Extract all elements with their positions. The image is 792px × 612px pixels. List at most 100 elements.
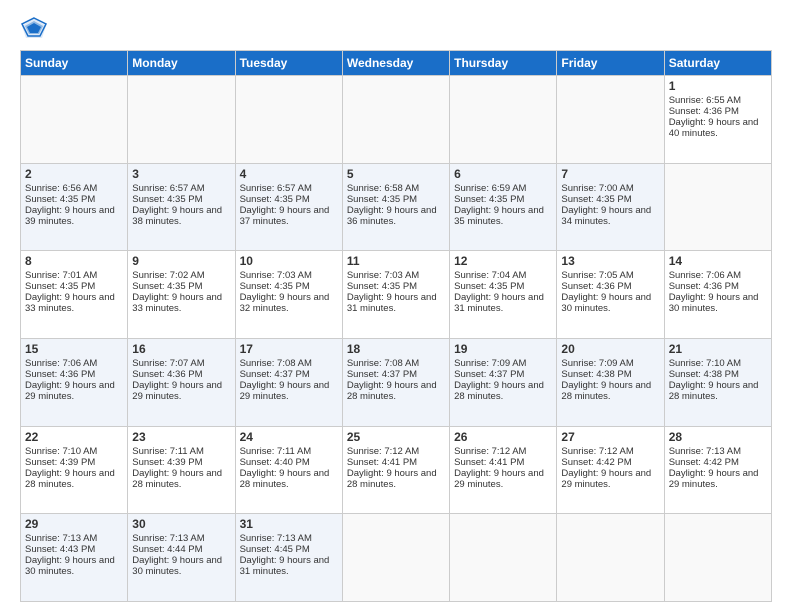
sunrise-text: Sunrise: 7:06 AM [25, 358, 97, 369]
day-number: 10 [240, 254, 338, 268]
calendar-cell [664, 163, 771, 251]
calendar-cell: 31Sunrise: 7:13 AMSunset: 4:45 PMDayligh… [235, 514, 342, 602]
day-header-thursday: Thursday [450, 51, 557, 76]
sunrise-text: Sunrise: 6:57 AM [132, 183, 204, 194]
day-number: 13 [561, 254, 659, 268]
day-number: 30 [132, 517, 230, 531]
sunset-text: Sunset: 4:37 PM [454, 369, 524, 380]
day-number: 21 [669, 342, 767, 356]
sunrise-text: Sunrise: 7:09 AM [454, 358, 526, 369]
daylight-text: Daylight: 9 hours and 29 minutes. [561, 468, 651, 490]
daylight-text: Daylight: 9 hours and 30 minutes. [25, 555, 115, 577]
sunrise-text: Sunrise: 7:01 AM [25, 270, 97, 281]
daylight-text: Daylight: 9 hours and 37 minutes. [240, 205, 330, 227]
day-number: 11 [347, 254, 445, 268]
daylight-text: Daylight: 9 hours and 28 minutes. [132, 468, 222, 490]
day-number: 16 [132, 342, 230, 356]
calendar-cell: 27Sunrise: 7:12 AMSunset: 4:42 PMDayligh… [557, 426, 664, 514]
sunset-text: Sunset: 4:39 PM [132, 457, 202, 468]
day-number: 27 [561, 430, 659, 444]
daylight-text: Daylight: 9 hours and 30 minutes. [561, 292, 651, 314]
calendar-cell [235, 76, 342, 164]
calendar-cell: 18Sunrise: 7:08 AMSunset: 4:37 PMDayligh… [342, 338, 449, 426]
calendar-cell: 2Sunrise: 6:56 AMSunset: 4:35 PMDaylight… [21, 163, 128, 251]
sunset-text: Sunset: 4:37 PM [240, 369, 310, 380]
calendar-week-row: 22Sunrise: 7:10 AMSunset: 4:39 PMDayligh… [21, 426, 772, 514]
sunset-text: Sunset: 4:35 PM [561, 194, 631, 205]
sunset-text: Sunset: 4:35 PM [132, 194, 202, 205]
sunset-text: Sunset: 4:42 PM [561, 457, 631, 468]
calendar-cell: 24Sunrise: 7:11 AMSunset: 4:40 PMDayligh… [235, 426, 342, 514]
day-number: 29 [25, 517, 123, 531]
sunrise-text: Sunrise: 7:12 AM [454, 446, 526, 457]
calendar-cell: 10Sunrise: 7:03 AMSunset: 4:35 PMDayligh… [235, 251, 342, 339]
sunrise-text: Sunrise: 7:07 AM [132, 358, 204, 369]
sunset-text: Sunset: 4:37 PM [347, 369, 417, 380]
daylight-text: Daylight: 9 hours and 31 minutes. [347, 292, 437, 314]
day-number: 20 [561, 342, 659, 356]
calendar-cell: 26Sunrise: 7:12 AMSunset: 4:41 PMDayligh… [450, 426, 557, 514]
day-header-friday: Friday [557, 51, 664, 76]
sunrise-text: Sunrise: 6:58 AM [347, 183, 419, 194]
calendar-cell [450, 76, 557, 164]
sunset-text: Sunset: 4:35 PM [132, 281, 202, 292]
calendar-cell: 22Sunrise: 7:10 AMSunset: 4:39 PMDayligh… [21, 426, 128, 514]
calendar-week-row: 8Sunrise: 7:01 AMSunset: 4:35 PMDaylight… [21, 251, 772, 339]
sunrise-text: Sunrise: 7:10 AM [25, 446, 97, 457]
sunrise-text: Sunrise: 7:13 AM [132, 533, 204, 544]
sunrise-text: Sunrise: 6:59 AM [454, 183, 526, 194]
sunrise-text: Sunrise: 7:03 AM [347, 270, 419, 281]
day-number: 22 [25, 430, 123, 444]
daylight-text: Daylight: 9 hours and 35 minutes. [454, 205, 544, 227]
day-number: 18 [347, 342, 445, 356]
daylight-text: Daylight: 9 hours and 28 minutes. [561, 380, 651, 402]
sunset-text: Sunset: 4:36 PM [669, 106, 739, 117]
calendar-cell: 1Sunrise: 6:55 AMSunset: 4:36 PMDaylight… [664, 76, 771, 164]
day-number: 31 [240, 517, 338, 531]
calendar-week-row: 29Sunrise: 7:13 AMSunset: 4:43 PMDayligh… [21, 514, 772, 602]
sunset-text: Sunset: 4:36 PM [669, 281, 739, 292]
daylight-text: Daylight: 9 hours and 29 minutes. [240, 380, 330, 402]
calendar-week-row: 1Sunrise: 6:55 AMSunset: 4:36 PMDaylight… [21, 76, 772, 164]
daylight-text: Daylight: 9 hours and 39 minutes. [25, 205, 115, 227]
calendar-cell: 12Sunrise: 7:04 AMSunset: 4:35 PMDayligh… [450, 251, 557, 339]
day-header-wednesday: Wednesday [342, 51, 449, 76]
calendar-cell [557, 514, 664, 602]
day-number: 24 [240, 430, 338, 444]
daylight-text: Daylight: 9 hours and 31 minutes. [454, 292, 544, 314]
daylight-text: Daylight: 9 hours and 28 minutes. [454, 380, 544, 402]
calendar-header-row: SundayMondayTuesdayWednesdayThursdayFrid… [21, 51, 772, 76]
day-header-saturday: Saturday [664, 51, 771, 76]
sunset-text: Sunset: 4:35 PM [240, 194, 310, 205]
calendar-week-row: 15Sunrise: 7:06 AMSunset: 4:36 PMDayligh… [21, 338, 772, 426]
sunset-text: Sunset: 4:35 PM [347, 281, 417, 292]
daylight-text: Daylight: 9 hours and 29 minutes. [25, 380, 115, 402]
sunset-text: Sunset: 4:35 PM [25, 194, 95, 205]
day-number: 5 [347, 167, 445, 181]
calendar-cell: 20Sunrise: 7:09 AMSunset: 4:38 PMDayligh… [557, 338, 664, 426]
calendar-cell: 28Sunrise: 7:13 AMSunset: 4:42 PMDayligh… [664, 426, 771, 514]
calendar-cell: 17Sunrise: 7:08 AMSunset: 4:37 PMDayligh… [235, 338, 342, 426]
sunrise-text: Sunrise: 7:08 AM [240, 358, 312, 369]
sunrise-text: Sunrise: 7:05 AM [561, 270, 633, 281]
sunrise-text: Sunrise: 7:11 AM [132, 446, 204, 457]
sunset-text: Sunset: 4:44 PM [132, 544, 202, 555]
day-number: 1 [669, 79, 767, 93]
daylight-text: Daylight: 9 hours and 33 minutes. [132, 292, 222, 314]
day-number: 6 [454, 167, 552, 181]
calendar-cell: 29Sunrise: 7:13 AMSunset: 4:43 PMDayligh… [21, 514, 128, 602]
calendar-cell [557, 76, 664, 164]
sunrise-text: Sunrise: 6:57 AM [240, 183, 312, 194]
day-number: 28 [669, 430, 767, 444]
sunset-text: Sunset: 4:35 PM [454, 194, 524, 205]
sunrise-text: Sunrise: 7:12 AM [347, 446, 419, 457]
daylight-text: Daylight: 9 hours and 33 minutes. [25, 292, 115, 314]
calendar-cell: 4Sunrise: 6:57 AMSunset: 4:35 PMDaylight… [235, 163, 342, 251]
day-number: 2 [25, 167, 123, 181]
calendar-cell: 6 Sunrise: 6:59 AMSunset: 4:35 PMDaylight… [450, 163, 557, 251]
sunrise-text: Sunrise: 7:11 AM [240, 446, 312, 457]
daylight-text: Daylight: 9 hours and 28 minutes. [240, 468, 330, 490]
calendar-cell: 13Sunrise: 7:05 AMSunset: 4:36 PMDayligh… [557, 251, 664, 339]
calendar-body: 1Sunrise: 6:55 AMSunset: 4:36 PMDaylight… [21, 76, 772, 602]
calendar-cell [664, 514, 771, 602]
